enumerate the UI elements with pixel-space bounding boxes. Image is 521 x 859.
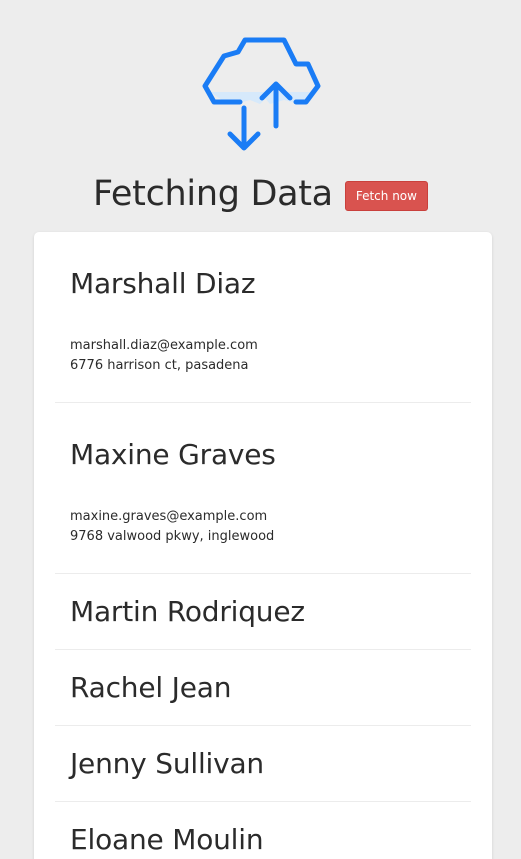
header: Fetching Data Fetch now bbox=[0, 168, 521, 220]
person-item[interactable]: Jenny Sullivan bbox=[55, 726, 471, 802]
person-name: Eloane Moulin bbox=[70, 823, 264, 856]
people-list: Marshall Diaz marshall.diaz@example.com … bbox=[55, 232, 471, 859]
person-email: marshall.diaz@example.com bbox=[70, 338, 258, 353]
person-item[interactable]: Rachel Jean bbox=[55, 650, 471, 726]
person-item[interactable]: Marshall Diaz marshall.diaz@example.com … bbox=[55, 232, 471, 403]
person-name: Rachel Jean bbox=[70, 671, 232, 704]
person-item[interactable]: Eloane Moulin bbox=[55, 802, 471, 859]
person-name: Maxine Graves bbox=[70, 438, 276, 471]
person-item[interactable]: Maxine Graves maxine.graves@example.com … bbox=[55, 403, 471, 574]
person-name: Jenny Sullivan bbox=[70, 747, 264, 780]
fetch-now-button[interactable]: Fetch now bbox=[344, 181, 428, 211]
person-item[interactable]: Martin Rodriquez bbox=[55, 574, 471, 650]
page-title: Fetching Data bbox=[93, 174, 333, 214]
person-address: 9768 valwood pkwy, inglewood bbox=[70, 529, 275, 544]
page: Fetching Data Fetch now Marshall Diaz ma… bbox=[0, 0, 521, 859]
person-details: maxine.graves@example.com 9768 valwood p… bbox=[70, 503, 471, 573]
person-email: maxine.graves@example.com bbox=[70, 509, 268, 524]
cloud-upload-download-icon bbox=[202, 37, 321, 151]
person-name: Martin Rodriquez bbox=[70, 595, 305, 628]
person-address: 6776 harrison ct, pasadena bbox=[70, 358, 249, 373]
person-name: Marshall Diaz bbox=[70, 267, 256, 300]
people-card: Marshall Diaz marshall.diaz@example.com … bbox=[34, 232, 492, 859]
person-details: marshall.diaz@example.com 6776 harrison … bbox=[70, 332, 471, 402]
